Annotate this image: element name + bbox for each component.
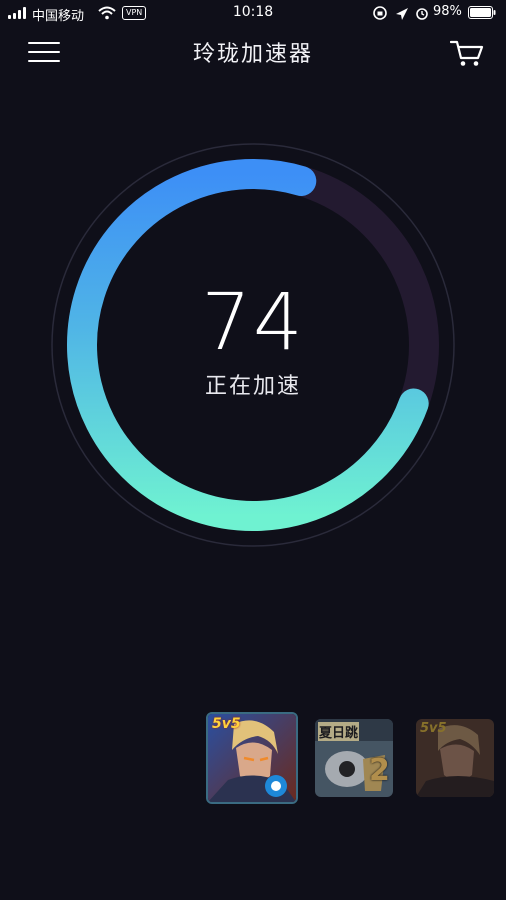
game-badge: 5v5 bbox=[212, 716, 241, 732]
battery-percent: 98% bbox=[433, 4, 462, 19]
rotation-lock-icon bbox=[373, 6, 387, 20]
game-icon[interactable]: 5v5 bbox=[416, 719, 494, 797]
page-title: 玲珑加速器 bbox=[192, 42, 313, 67]
location-icon bbox=[396, 8, 408, 20]
status-bar: 中国移动 VPN 10:18 98% bbox=[0, 0, 506, 26]
gauge-value: 74 bbox=[201, 278, 305, 368]
shopping-cart-icon[interactable] bbox=[450, 38, 484, 68]
alarm-icon bbox=[416, 8, 428, 20]
game-icon[interactable]: 夏日跳 2 bbox=[315, 719, 393, 797]
game-icon-selected[interactable]: 5v5 bbox=[206, 712, 298, 804]
game-badge: 夏日跳 bbox=[318, 722, 360, 741]
gauge-status-label: 正在加速 bbox=[204, 374, 301, 399]
battery-icon bbox=[468, 6, 496, 19]
status-icons bbox=[373, 6, 428, 20]
game-number: 2 bbox=[369, 753, 390, 788]
game-badge: 5v5 bbox=[420, 721, 447, 736]
